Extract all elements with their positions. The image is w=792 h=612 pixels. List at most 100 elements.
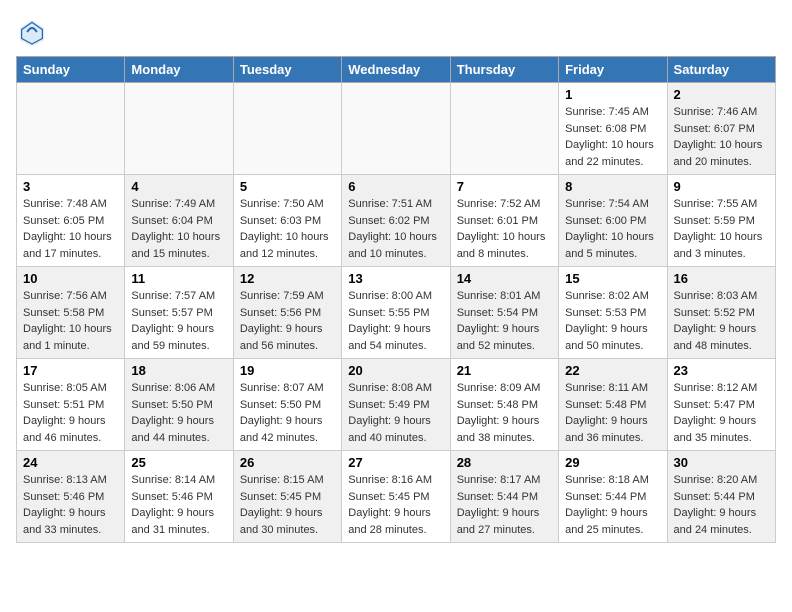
week-row-2: 3 Sunrise: 7:48 AMSunset: 6:05 PMDaylight… (17, 175, 776, 267)
calendar-cell: 5Sunrise: 7:50 AMSunset: 6:03 PMDaylight… (233, 175, 341, 267)
day-number: 18 (131, 363, 226, 378)
calendar-cell: 19 Sunrise: 8:07 AMSunset: 5:50 PMDayligh… (233, 359, 341, 451)
calendar-cell: 2 Sunrise: 7:46 AMSunset: 6:07 PMDaylight… (667, 83, 775, 175)
calendar-cell (233, 83, 341, 175)
day-info: Sunrise: 8:09 AMSunset: 5:48 PMDaylight:… (457, 380, 552, 446)
calendar-cell (17, 83, 125, 175)
day-number: 12 (240, 271, 335, 286)
day-info: Sunrise: 7:56 AMSunset: 5:58 PMDaylight:… (23, 288, 118, 354)
day-number: 22 (565, 363, 660, 378)
header-row: SundayMondayTuesdayWednesdayThursdayFrid… (17, 57, 776, 83)
day-number: 4 (131, 179, 226, 194)
day-number: 25 (131, 455, 226, 470)
day-info: Sunrise: 8:08 AMSunset: 5:49 PMDaylight:… (348, 380, 443, 446)
day-header-monday: Monday (125, 57, 233, 83)
calendar-cell: 17 Sunrise: 8:05 AMSunset: 5:51 PMDayligh… (17, 359, 125, 451)
header (16, 16, 776, 48)
day-number: 30 (674, 455, 769, 470)
calendar-cell: 1 Sunrise: 7:45 AMSunset: 6:08 PMDaylight… (559, 83, 667, 175)
calendar-cell: 23 Sunrise: 8:12 AMSunset: 5:47 PMDayligh… (667, 359, 775, 451)
calendar-cell: 20 Sunrise: 8:08 AMSunset: 5:49 PMDayligh… (342, 359, 450, 451)
calendar-cell: 10 Sunrise: 7:56 AMSunset: 5:58 PMDayligh… (17, 267, 125, 359)
calendar-cell (342, 83, 450, 175)
day-number: 26 (240, 455, 335, 470)
day-info: Sunrise: 8:20 AMSunset: 5:44 PMDaylight:… (674, 472, 769, 538)
day-info: Sunrise: 7:54 AMSunset: 6:00 PMDaylight:… (565, 196, 660, 262)
calendar-cell: 9 Sunrise: 7:55 AMSunset: 5:59 PMDaylight… (667, 175, 775, 267)
calendar-table: SundayMondayTuesdayWednesdayThursdayFrid… (16, 56, 776, 543)
day-number: 20 (348, 363, 443, 378)
day-info: Sunrise: 8:13 AMSunset: 5:46 PMDaylight:… (23, 472, 118, 538)
day-header-saturday: Saturday (667, 57, 775, 83)
day-number: 24 (23, 455, 118, 470)
day-info: Sunrise: 8:05 AMSunset: 5:51 PMDaylight:… (23, 380, 118, 446)
day-info: Sunrise: 7:50 AMSunset: 6:03 PMDaylight:… (240, 196, 335, 262)
day-info: Sunrise: 7:55 AMSunset: 5:59 PMDaylight:… (674, 196, 769, 262)
week-row-1: 1 Sunrise: 7:45 AMSunset: 6:08 PMDaylight… (17, 83, 776, 175)
day-info: Sunrise: 7:59 AMSunset: 5:56 PMDaylight:… (240, 288, 335, 354)
day-header-thursday: Thursday (450, 57, 558, 83)
day-number: 13 (348, 271, 443, 286)
day-number: 23 (674, 363, 769, 378)
day-info: Sunrise: 8:18 AMSunset: 5:44 PMDaylight:… (565, 472, 660, 538)
calendar-cell: 16 Sunrise: 8:03 AMSunset: 5:52 PMDayligh… (667, 267, 775, 359)
day-header-friday: Friday (559, 57, 667, 83)
day-info: Sunrise: 8:12 AMSunset: 5:47 PMDaylight:… (674, 380, 769, 446)
day-info: Sunrise: 7:46 AMSunset: 6:07 PMDaylight:… (674, 104, 769, 170)
day-info: Sunrise: 8:15 AMSunset: 5:45 PMDaylight:… (240, 472, 335, 538)
day-number: 6 (348, 179, 443, 194)
calendar-cell: 24 Sunrise: 8:13 AMSunset: 5:46 PMDayligh… (17, 451, 125, 543)
calendar-cell: 11 Sunrise: 7:57 AMSunset: 5:57 PMDayligh… (125, 267, 233, 359)
calendar-cell: 7 Sunrise: 7:52 AMSunset: 6:01 PMDaylight… (450, 175, 558, 267)
day-info: Sunrise: 8:03 AMSunset: 5:52 PMDaylight:… (674, 288, 769, 354)
calendar-cell: 4 Sunrise: 7:49 AMSunset: 6:04 PMDaylight… (125, 175, 233, 267)
calendar-cell: 13Sunrise: 8:00 AMSunset: 5:55 PMDayligh… (342, 267, 450, 359)
day-info: Sunrise: 7:51 AMSunset: 6:02 PMDaylight:… (348, 196, 443, 262)
day-number: 29 (565, 455, 660, 470)
day-number: 16 (674, 271, 769, 286)
day-info: Sunrise: 7:57 AMSunset: 5:57 PMDaylight:… (131, 288, 226, 354)
calendar-cell: 26 Sunrise: 8:15 AMSunset: 5:45 PMDayligh… (233, 451, 341, 543)
day-header-sunday: Sunday (17, 57, 125, 83)
day-number: 7 (457, 179, 552, 194)
day-info: Sunrise: 7:49 AMSunset: 6:04 PMDaylight:… (131, 196, 226, 262)
day-info: Sunrise: 8:01 AMSunset: 5:54 PMDaylight:… (457, 288, 552, 354)
logo (16, 16, 52, 48)
day-info: Sunrise: 7:48 AMSunset: 6:05 PMDaylight:… (23, 196, 118, 262)
day-info: Sunrise: 8:17 AMSunset: 5:44 PMDaylight:… (457, 472, 552, 538)
calendar-cell: 28 Sunrise: 8:17 AMSunset: 5:44 PMDayligh… (450, 451, 558, 543)
calendar-cell: 6 Sunrise: 7:51 AMSunset: 6:02 PMDaylight… (342, 175, 450, 267)
day-info: Sunrise: 7:45 AMSunset: 6:08 PMDaylight:… (565, 104, 660, 170)
day-number: 14 (457, 271, 552, 286)
logo-icon (16, 16, 48, 48)
calendar-cell (125, 83, 233, 175)
calendar-cell: 21Sunrise: 8:09 AMSunset: 5:48 PMDayligh… (450, 359, 558, 451)
day-number: 28 (457, 455, 552, 470)
day-number: 17 (23, 363, 118, 378)
day-number: 10 (23, 271, 118, 286)
day-info: Sunrise: 7:52 AMSunset: 6:01 PMDaylight:… (457, 196, 552, 262)
calendar-cell: 25Sunrise: 8:14 AMSunset: 5:46 PMDayligh… (125, 451, 233, 543)
day-number: 9 (674, 179, 769, 194)
day-info: Sunrise: 8:07 AMSunset: 5:50 PMDaylight:… (240, 380, 335, 446)
day-number: 27 (348, 455, 443, 470)
day-number: 2 (674, 87, 769, 102)
calendar-cell: 18 Sunrise: 8:06 AMSunset: 5:50 PMDayligh… (125, 359, 233, 451)
day-number: 1 (565, 87, 660, 102)
calendar-cell: 30 Sunrise: 8:20 AMSunset: 5:44 PMDayligh… (667, 451, 775, 543)
day-info: Sunrise: 8:06 AMSunset: 5:50 PMDaylight:… (131, 380, 226, 446)
day-header-tuesday: Tuesday (233, 57, 341, 83)
calendar-cell: 29 Sunrise: 8:18 AMSunset: 5:44 PMDayligh… (559, 451, 667, 543)
day-number: 15 (565, 271, 660, 286)
calendar-cell: 12 Sunrise: 7:59 AMSunset: 5:56 PMDayligh… (233, 267, 341, 359)
day-header-wednesday: Wednesday (342, 57, 450, 83)
day-number: 19 (240, 363, 335, 378)
day-number: 11 (131, 271, 226, 286)
calendar-cell: 14 Sunrise: 8:01 AMSunset: 5:54 PMDayligh… (450, 267, 558, 359)
calendar-cell: 27Sunrise: 8:16 AMSunset: 5:45 PMDayligh… (342, 451, 450, 543)
day-info: Sunrise: 8:11 AMSunset: 5:48 PMDaylight:… (565, 380, 660, 446)
week-row-5: 24 Sunrise: 8:13 AMSunset: 5:46 PMDayligh… (17, 451, 776, 543)
day-number: 8 (565, 179, 660, 194)
week-row-3: 10 Sunrise: 7:56 AMSunset: 5:58 PMDayligh… (17, 267, 776, 359)
day-number: 3 (23, 179, 118, 194)
